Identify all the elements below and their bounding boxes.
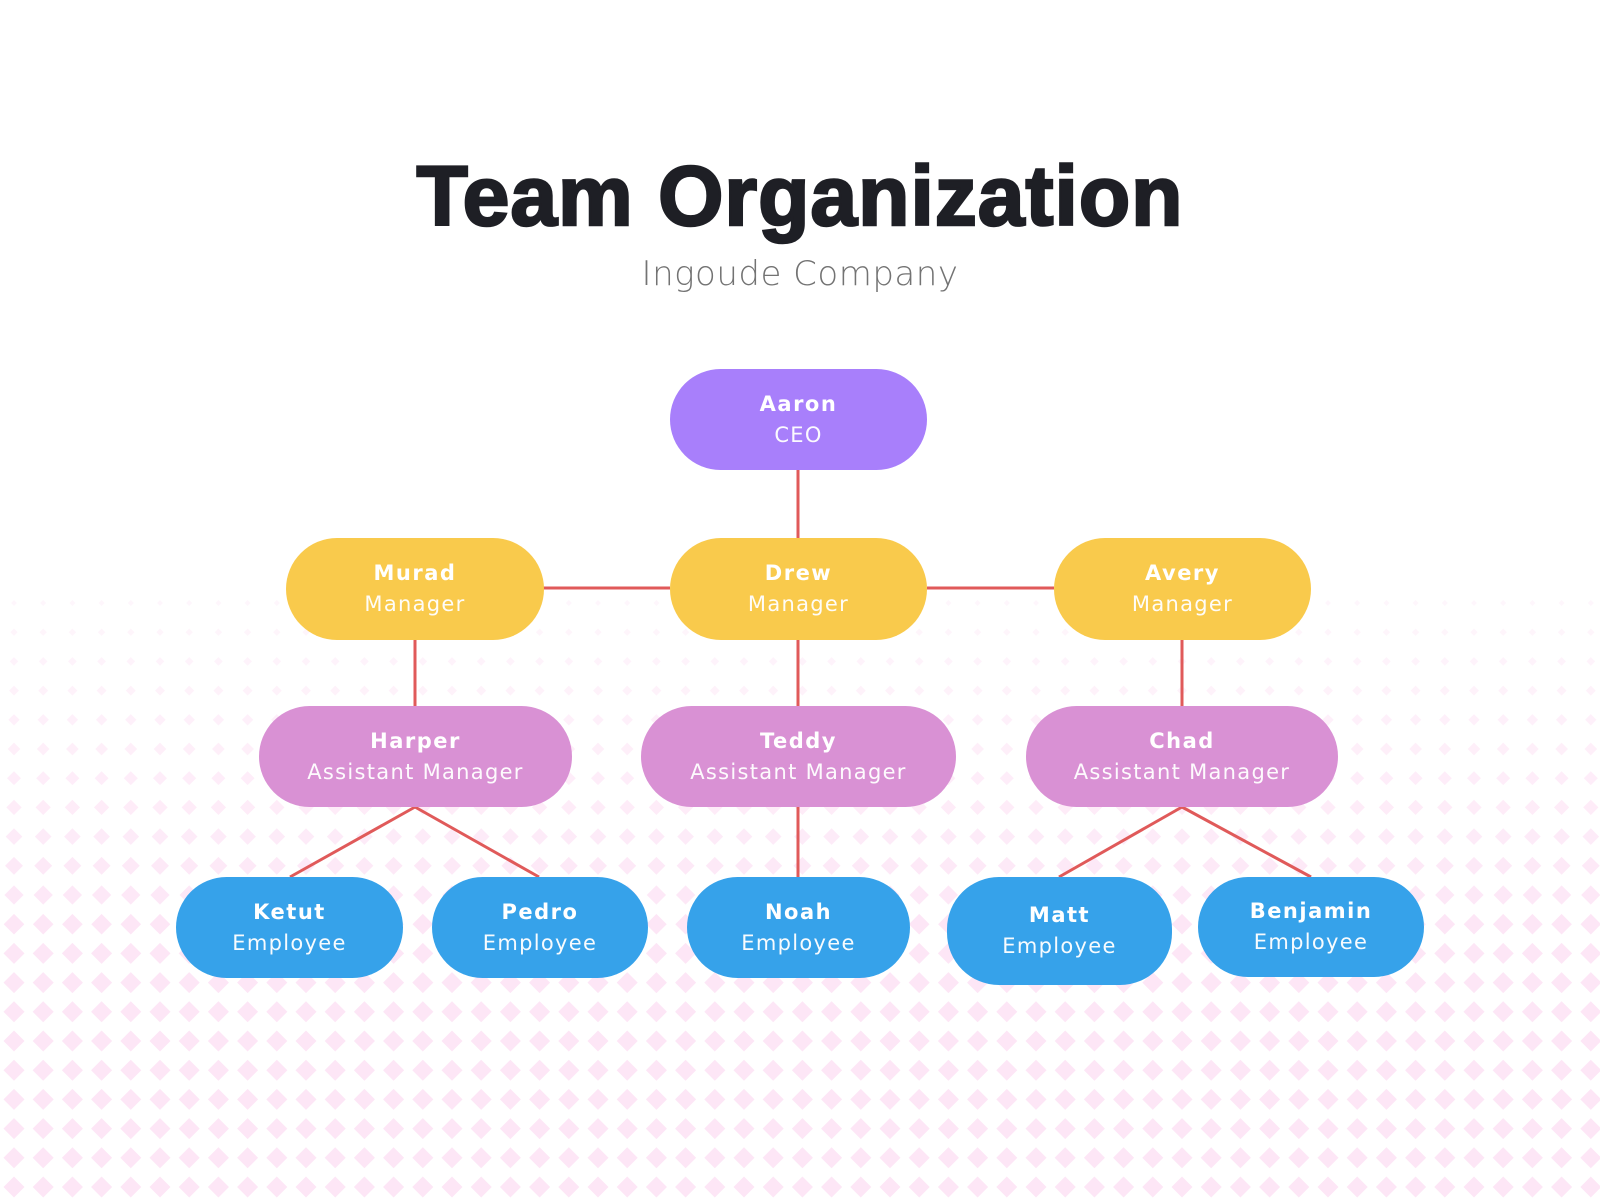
- node-name: Drew: [764, 561, 833, 585]
- connector-harper-to-pedro: [414, 805, 540, 879]
- node-role: Assistant Manager: [307, 759, 524, 784]
- node-employee-matt: Matt Employee: [947, 877, 1172, 985]
- node-name: Teddy: [759, 728, 838, 753]
- node-role: CEO: [774, 422, 823, 447]
- node-role: Manager: [1131, 592, 1234, 616]
- node-manager-avery: Avery Manager: [1054, 538, 1311, 640]
- node-role: Employee: [482, 930, 598, 955]
- page-subtitle: Ingoude Company: [641, 254, 959, 294]
- node-role: Assistant Manager: [690, 759, 907, 784]
- node-name: Ketut: [253, 899, 326, 924]
- node-assistant-manager-chad: Chad Assistant Manager: [1026, 706, 1338, 807]
- connector-chad-to-matt: [1058, 805, 1183, 879]
- node-role: Assistant Manager: [1073, 759, 1291, 784]
- node-role: Employee: [1002, 934, 1117, 958]
- node-role: Employee: [741, 930, 856, 955]
- node-employee-noah: Noah Employee: [687, 877, 910, 978]
- node-name: Murad: [373, 561, 457, 585]
- node-assistant-manager-harper: Harper Assistant Manager: [259, 706, 572, 807]
- node-manager-murad: Murad Manager: [286, 538, 544, 640]
- connector-chad-to-benjamin: [1181, 805, 1312, 879]
- node-name: Harper: [370, 728, 461, 753]
- node-name: Chad: [1149, 728, 1215, 753]
- node-name: Benjamin: [1249, 899, 1373, 923]
- node-manager-drew: Drew Manager: [670, 538, 927, 640]
- node-name: Aaron: [759, 391, 838, 416]
- node-role: Manager: [364, 592, 466, 616]
- page-title: Team Organization: [415, 148, 1184, 245]
- node-name: Matt: [1028, 903, 1091, 927]
- node-name: Pedro: [501, 899, 579, 924]
- node-ceo: Aaron CEO: [670, 369, 927, 470]
- connector-harper-to-ketut: [289, 805, 416, 879]
- node-role: Manager: [747, 592, 850, 616]
- node-assistant-manager-teddy: Teddy Assistant Manager: [641, 706, 956, 807]
- node-role: Employee: [232, 930, 347, 955]
- node-employee-benjamin: Benjamin Employee: [1198, 877, 1424, 977]
- node-employee-ketut: Ketut Employee: [176, 877, 403, 978]
- node-name: Noah: [764, 899, 833, 924]
- node-role: Employee: [1253, 930, 1369, 954]
- node-name: Avery: [1145, 561, 1220, 585]
- node-employee-pedro: Pedro Employee: [432, 877, 648, 978]
